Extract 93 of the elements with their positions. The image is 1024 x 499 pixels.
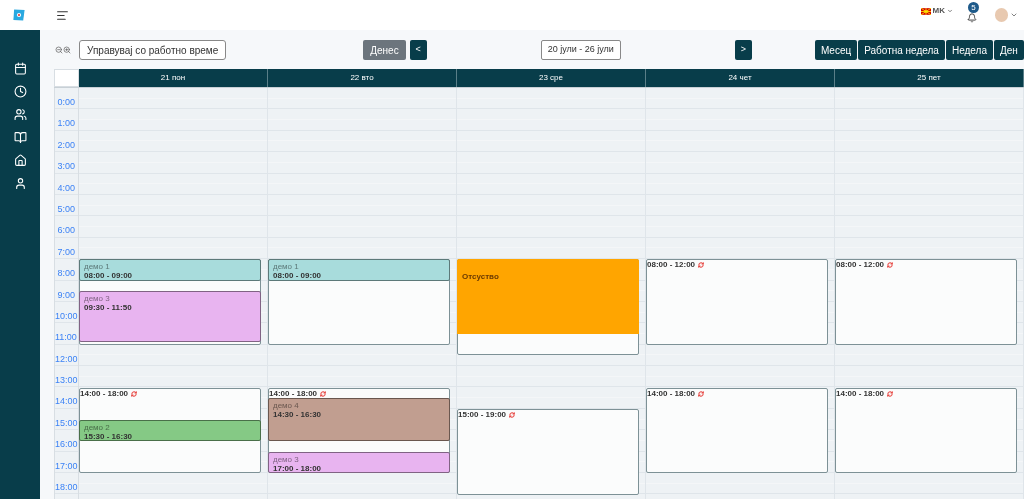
chevron-down-icon[interactable] — [1010, 11, 1018, 19]
day-header: 23 сре — [457, 69, 646, 87]
event-title: демо 2 — [84, 422, 111, 432]
shift-frame[interactable]: 14:00 - 18:00 демо 4 14:30 - 16:30 демо 3 17:00 - 18:00 — [268, 387, 450, 474]
hour-label: 0:00 — [57, 97, 75, 107]
hour-label: 3:00 — [57, 161, 75, 172]
notification-bell-icon[interactable] — [967, 13, 977, 23]
event-title: демо 3 — [273, 454, 300, 464]
hour-label: 14:00 — [55, 396, 78, 407]
shift-frame[interactable]: 15:00 - 19:00 — [457, 409, 639, 495]
menu-icon[interactable] — [56, 8, 69, 22]
notification-count: 5 — [968, 2, 979, 13]
shift-frame[interactable]: 14:00 - 18:00 демо 2 15:30 - 16:30 — [79, 387, 261, 474]
hour-label: 4:00 — [57, 182, 75, 193]
shift-frame[interactable]: Отсуство — [457, 259, 639, 356]
home-icon[interactable] — [13, 154, 27, 167]
shift-frame[interactable]: 08:00 - 12:00 — [835, 259, 1017, 345]
users-icon[interactable] — [13, 108, 27, 121]
event-block[interactable]: демо 1 08:00 - 09:00 — [268, 259, 450, 281]
shift-frame[interactable]: 14:00 - 18:00 — [646, 387, 828, 474]
hour-label: 9:00 — [57, 289, 75, 300]
user-icon[interactable] — [13, 177, 27, 190]
view-tab[interactable]: Недела — [945, 40, 993, 60]
event-time: 15:30 - 16:30 — [84, 431, 134, 441]
refresh-icon — [698, 390, 705, 397]
calendar-icon[interactable] — [13, 62, 27, 75]
hour-label: 8:00 — [57, 268, 75, 279]
shift-frame[interactable]: демо 1 08:00 - 09:00 — [268, 259, 450, 345]
event-title: демо 1 — [84, 262, 111, 272]
absence-title: Отсуство — [462, 272, 499, 282]
shift-frame[interactable]: 08:00 - 12:00 — [646, 259, 828, 345]
hour-label: 1:00 — [57, 118, 75, 129]
caret-icon — [947, 8, 953, 14]
book-icon[interactable] — [13, 131, 27, 144]
hour-label: 2:00 — [57, 139, 75, 150]
hour-label: 13:00 — [55, 375, 78, 386]
event-block[interactable]: демо 4 14:30 - 16:30 — [268, 398, 450, 442]
language-selector[interactable]: MK — [932, 5, 945, 17]
day-header: 25 пет — [835, 69, 1024, 87]
shift-frame[interactable]: 14:00 - 18:00 — [835, 387, 1017, 474]
day-header: 24 чет — [646, 69, 835, 87]
hour-label: 16:00 — [55, 439, 78, 450]
hour-label: 15:00 — [55, 417, 78, 428]
refresh-icon — [131, 390, 138, 397]
hour-label: 6:00 — [57, 225, 75, 236]
day-header: 22 вто — [268, 69, 457, 87]
shift-time: 08:00 - 12:00 — [836, 260, 885, 271]
hour-label: 10:00 — [55, 310, 78, 321]
date-range: 20 јули - 26 јули — [540, 40, 621, 60]
shift-time: 08:00 - 12:00 — [647, 260, 696, 271]
shift-frame[interactable]: демо 1 08:00 - 09:00 демо 3 09:30 - 11:50 — [79, 259, 261, 345]
zoom-in-icon[interactable] — [63, 46, 71, 54]
shift-time: 14:00 - 18:00 — [836, 388, 885, 399]
shift-time: 14:00 - 18:00 — [80, 388, 129, 399]
hour-label: 11:00 — [55, 332, 77, 343]
event-time: 09:30 - 11:50 — [84, 303, 133, 313]
event-title: демо 4 — [273, 401, 300, 411]
shift-time: 14:00 - 18:00 — [647, 388, 696, 399]
event-time: 17:00 - 18:00 — [273, 463, 323, 473]
absence-block[interactable]: Отсуство — [457, 259, 639, 335]
event-time: 08:00 - 09:00 — [84, 271, 134, 281]
event-block[interactable]: демо 1 08:00 - 09:00 — [79, 259, 261, 281]
event-title: демо 1 — [273, 262, 300, 272]
hour-label: 12:00 — [55, 353, 78, 364]
refresh-icon — [698, 262, 705, 269]
hour-label: 7:00 — [57, 246, 75, 257]
refresh-icon — [887, 262, 894, 269]
next-button[interactable]: > — [734, 40, 752, 60]
refresh-icon — [887, 390, 894, 397]
shift-time: 15:00 - 19:00 — [458, 410, 507, 420]
event-time: 08:00 - 09:00 — [273, 271, 323, 281]
view-tab[interactable]: Ден — [993, 40, 1024, 60]
view-tab[interactable]: Месец — [814, 40, 858, 60]
day-header: 21 пон — [79, 69, 268, 87]
event-block[interactable]: демо 2 15:30 - 16:30 — [79, 419, 261, 442]
today-button[interactable]: Денес — [363, 40, 406, 60]
hour-label: 18:00 — [55, 482, 78, 493]
event-title: демо 3 — [84, 294, 111, 304]
hour-label: 5:00 — [57, 203, 75, 214]
clock-icon[interactable] — [13, 85, 27, 98]
event-block[interactable]: демо 3 17:00 - 18:00 — [268, 451, 450, 474]
refresh-icon — [509, 412, 516, 418]
event-block[interactable]: демо 3 09:30 - 11:50 — [79, 291, 261, 342]
logo-icon[interactable] — [12, 8, 26, 22]
view-tab[interactable]: Работна недела — [858, 40, 945, 60]
refresh-icon — [320, 390, 327, 397]
shift-time: 14:00 - 18:00 — [269, 388, 318, 399]
manage-hours-button[interactable]: Управувај со работно време — [79, 40, 227, 60]
zoom-out-icon[interactable] — [55, 46, 63, 54]
hour-label: 17:00 — [55, 460, 78, 471]
event-time: 14:30 - 16:30 — [273, 410, 323, 420]
flag-icon — [920, 7, 931, 15]
previous-button[interactable]: < — [409, 40, 427, 60]
